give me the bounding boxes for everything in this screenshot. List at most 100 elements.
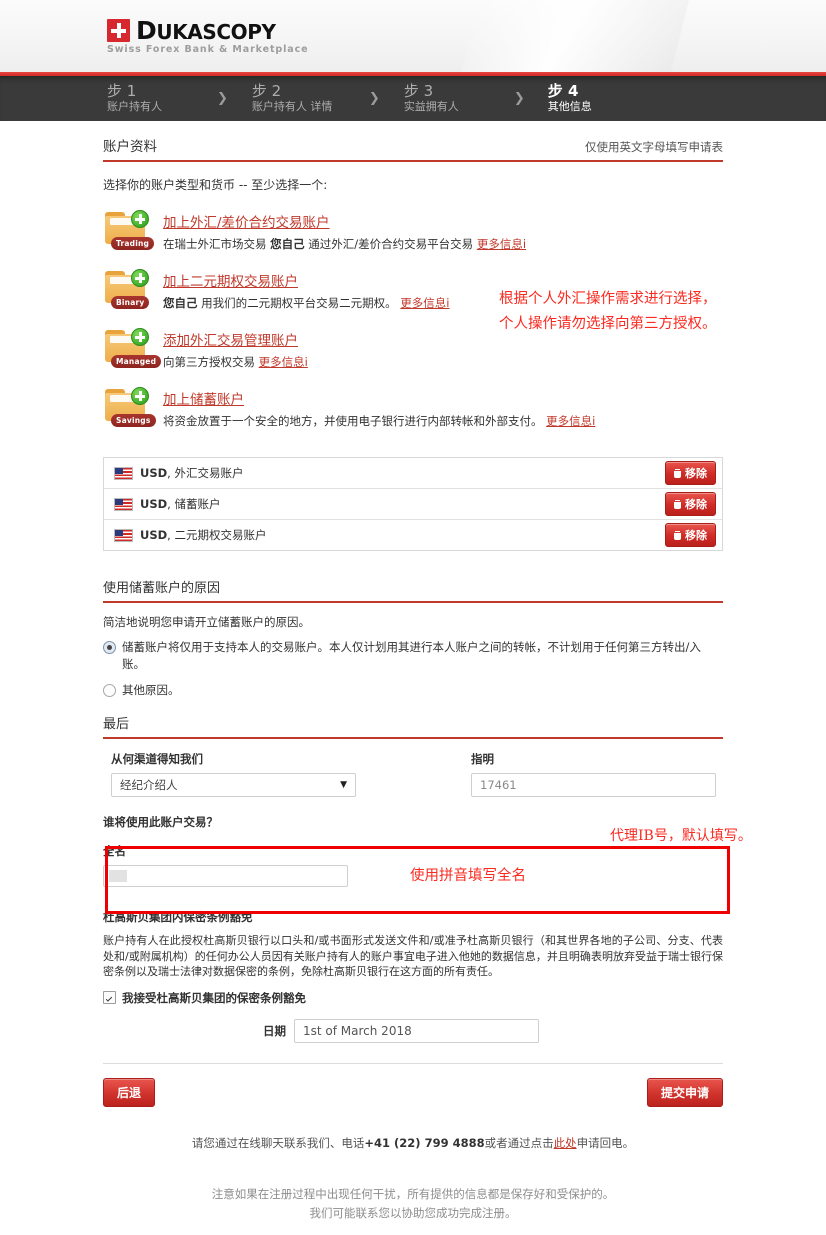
chevron-down-icon: ▼ [340,780,347,790]
referral-select-value: 经纪介绍人 [120,778,178,792]
account-currency: USD [140,466,168,480]
savings-reason-option-2-label: 其他原因。 [122,683,180,697]
contact-text-c: 申请回电。 [576,1135,635,1150]
savings-reason-option-2[interactable]: 其他原因。 [103,682,723,699]
submit-application-button[interactable]: 提交申请 [646,1077,723,1107]
table-row: USD, 外汇交易账户 移除 [104,458,722,489]
referral-label: 从何渠道得知我们 [111,752,203,766]
radio-button-selected[interactable] [103,641,116,654]
folder-binary-icon: Binary [103,269,155,309]
accept-waiver-row[interactable]: 我接受杜高斯贝集团的保密条例豁免 [103,990,723,1006]
specify-label: 指明 [471,752,494,766]
account-type-managed-desc: 向第三方授权交易 更多信息i [163,354,308,370]
step-1-label: 账户持有人 [107,100,162,113]
account-type-name: 二元期权交易账户 [174,528,267,542]
remove-account-button[interactable]: 移除 [665,461,716,485]
dukascopy-logo[interactable]: DUKASCOPY [107,18,276,45]
table-row: USD, 储蓄账户 移除 [104,489,722,520]
waiver-heading: 杜高斯贝集团内保密条例豁免 [103,910,253,924]
step-3[interactable]: 步 3 实益拥有人 [404,76,514,121]
page-title: 账户资料 [103,139,157,155]
account-type-savings[interactable]: Savings 加上储蓄账户 将资金放置于一个安全的地方，并使用电子银行进行内部… [103,387,723,429]
date-input[interactable]: 1st of March 2018 [294,1018,539,1043]
latin-only-note: 仅使用英文字母填写申请表 [585,140,723,154]
radio-button[interactable] [103,684,116,697]
more-info-link[interactable]: 更多信息i [477,237,526,251]
swiss-cross-icon [107,19,130,42]
annotation-account-selection: 根据个人外汇操作需求进行选择， 个人操作请勿选择向第三方授权。 [499,287,717,337]
contact-footer: 请您通过在线聊天联系我们、电话+41 (22) 799 4888或者通过点击此处… [103,1135,723,1151]
date-label: 日期 [263,1023,286,1038]
annotation-ib-number: 代理IB号，默认填写。 [610,828,752,844]
step-chevron-1-icon: ❯ [217,91,228,106]
header-sheen [461,0,689,72]
plus-circle-icon [131,328,149,346]
add-binary-account-link[interactable]: 加上二元期权交易账户 [163,270,298,290]
annotation-account-selection-line-2: 个人操作请勿选择向第三方授权。 [499,316,717,332]
selected-accounts-table: USD, 外汇交易账户 移除 USD, 储蓄账户 移除 USD, 二元期权交易账… [103,457,723,551]
referral-field-row: 从何渠道得知我们 经纪介绍人 ▼ 指明 17461 [103,739,723,797]
privacy-footer-line-2: 我们可能联系您以协助您成功完成注册。 [309,1205,517,1220]
step-4[interactable]: 步 4 其他信息 [548,76,592,121]
referral-select[interactable]: 经纪介绍人 ▼ [111,773,356,797]
add-managed-account-link[interactable]: 添加外汇交易管理账户 [163,329,298,349]
trash-icon [674,468,681,478]
account-row-label: USD, 二元期权交易账户 [140,528,267,542]
account-currency: USD [140,497,168,511]
date-input-value: 1st of March 2018 [303,1023,412,1038]
referral-field-group: 从何渠道得知我们 经纪介绍人 ▼ [111,751,356,797]
accept-waiver-label: 我接受杜高斯贝集团的保密条例豁免 [122,990,306,1005]
remove-label: 移除 [685,498,707,511]
table-row: USD, 二元期权交易账户 移除 [104,520,722,550]
callback-link[interactable]: 此处 [554,1136,577,1150]
add-savings-account-link[interactable]: 加上储蓄账户 [163,388,244,408]
step-navigation: 步 1 账户持有人 ❯ 步 2 账户持有人 详情 ❯ 步 3 实益拥有人 ❯ 步… [0,76,826,121]
step-1[interactable]: 步 1 账户持有人 [107,76,217,121]
account-type-trading-desc: 在瑞士外汇市场交易 您自己 通过外汇/差价合约交易平台交易 更多信息i [163,236,526,252]
remove-account-button[interactable]: 移除 [665,492,716,516]
step-3-label: 实益拥有人 [403,100,459,113]
more-info-link[interactable]: 更多信息i [400,296,449,310]
specify-input[interactable]: 17461 [471,773,716,797]
step-2[interactable]: 步 2 账户持有人 详情 [252,76,369,121]
folder-badge-label: Managed [111,355,162,368]
folder-managed-icon: Managed [103,328,162,368]
plus-circle-icon [131,387,149,405]
more-info-link[interactable]: 更多信息i [546,414,595,428]
add-trading-account-link[interactable]: 加上外汇/差价合约交易账户 [163,211,330,231]
more-info-link[interactable]: 更多信息i [259,355,308,369]
desc-after: 通过外汇/差价合约交易平台交易 [304,237,477,251]
accept-waiver-checkbox[interactable] [103,991,116,1004]
us-flag-icon [114,528,133,542]
logo-wordmark: DUKASCOPY [136,18,276,45]
logo-wordmark-rest: UKASCOPY [156,20,276,44]
trash-icon [674,530,681,540]
savings-reason-option-1[interactable]: 储蓄账户将仅用于支持本人的交易账户。本人仅计划用其进行本人账户之间的转帐，不计划… [103,639,723,673]
fullname-input[interactable] [103,865,348,887]
step-2-number: 步 2 [251,82,282,100]
back-button[interactable]: 后退 [103,1077,156,1107]
desc-bold: 您自己 [163,296,198,310]
step-1-number: 步 1 [107,82,137,100]
button-divider [103,1062,723,1064]
plus-circle-icon [131,269,149,287]
savings-reason-heading: 使用储蓄账户的原因 [103,577,723,603]
desc-before: 在瑞士外汇市场交易 [163,237,271,251]
final-heading: 最后 [103,713,723,739]
step-4-number: 步 4 [547,82,579,100]
plus-circle-icon [131,210,149,228]
us-flag-icon [114,466,133,480]
account-type-trading[interactable]: Trading 加上外汇/差价合约交易账户 在瑞士外汇市场交易 您自己 通过外汇… [103,210,723,252]
contact-phone: +41 (22) 799 4888 [364,1135,485,1150]
remove-label: 移除 [685,467,707,480]
savings-reason-option-1-label: 储蓄账户将仅用于支持本人的交易账户。本人仅计划用其进行本人账户之间的转帐，不计划… [122,640,701,671]
desc-before: 向第三方授权交易 [163,355,259,369]
page-header: DUKASCOPY Swiss Forex Bank & Marketplace [0,0,826,72]
privacy-footer: 注意如果在注册过程中出现任何干扰，所有提供的信息都是保存好和受保护的。 我们可能… [103,1185,723,1223]
contact-text-b: 或者通过点击 [484,1135,554,1150]
step-3-number: 步 3 [403,82,434,100]
step-chevron-3-icon: ❯ [513,91,525,106]
account-currency: USD [140,528,168,542]
privacy-footer-line-1: 注意如果在注册过程中出现任何干扰，所有提供的信息都是保存好和受保护的。 [211,1186,615,1201]
remove-account-button[interactable]: 移除 [665,523,716,547]
